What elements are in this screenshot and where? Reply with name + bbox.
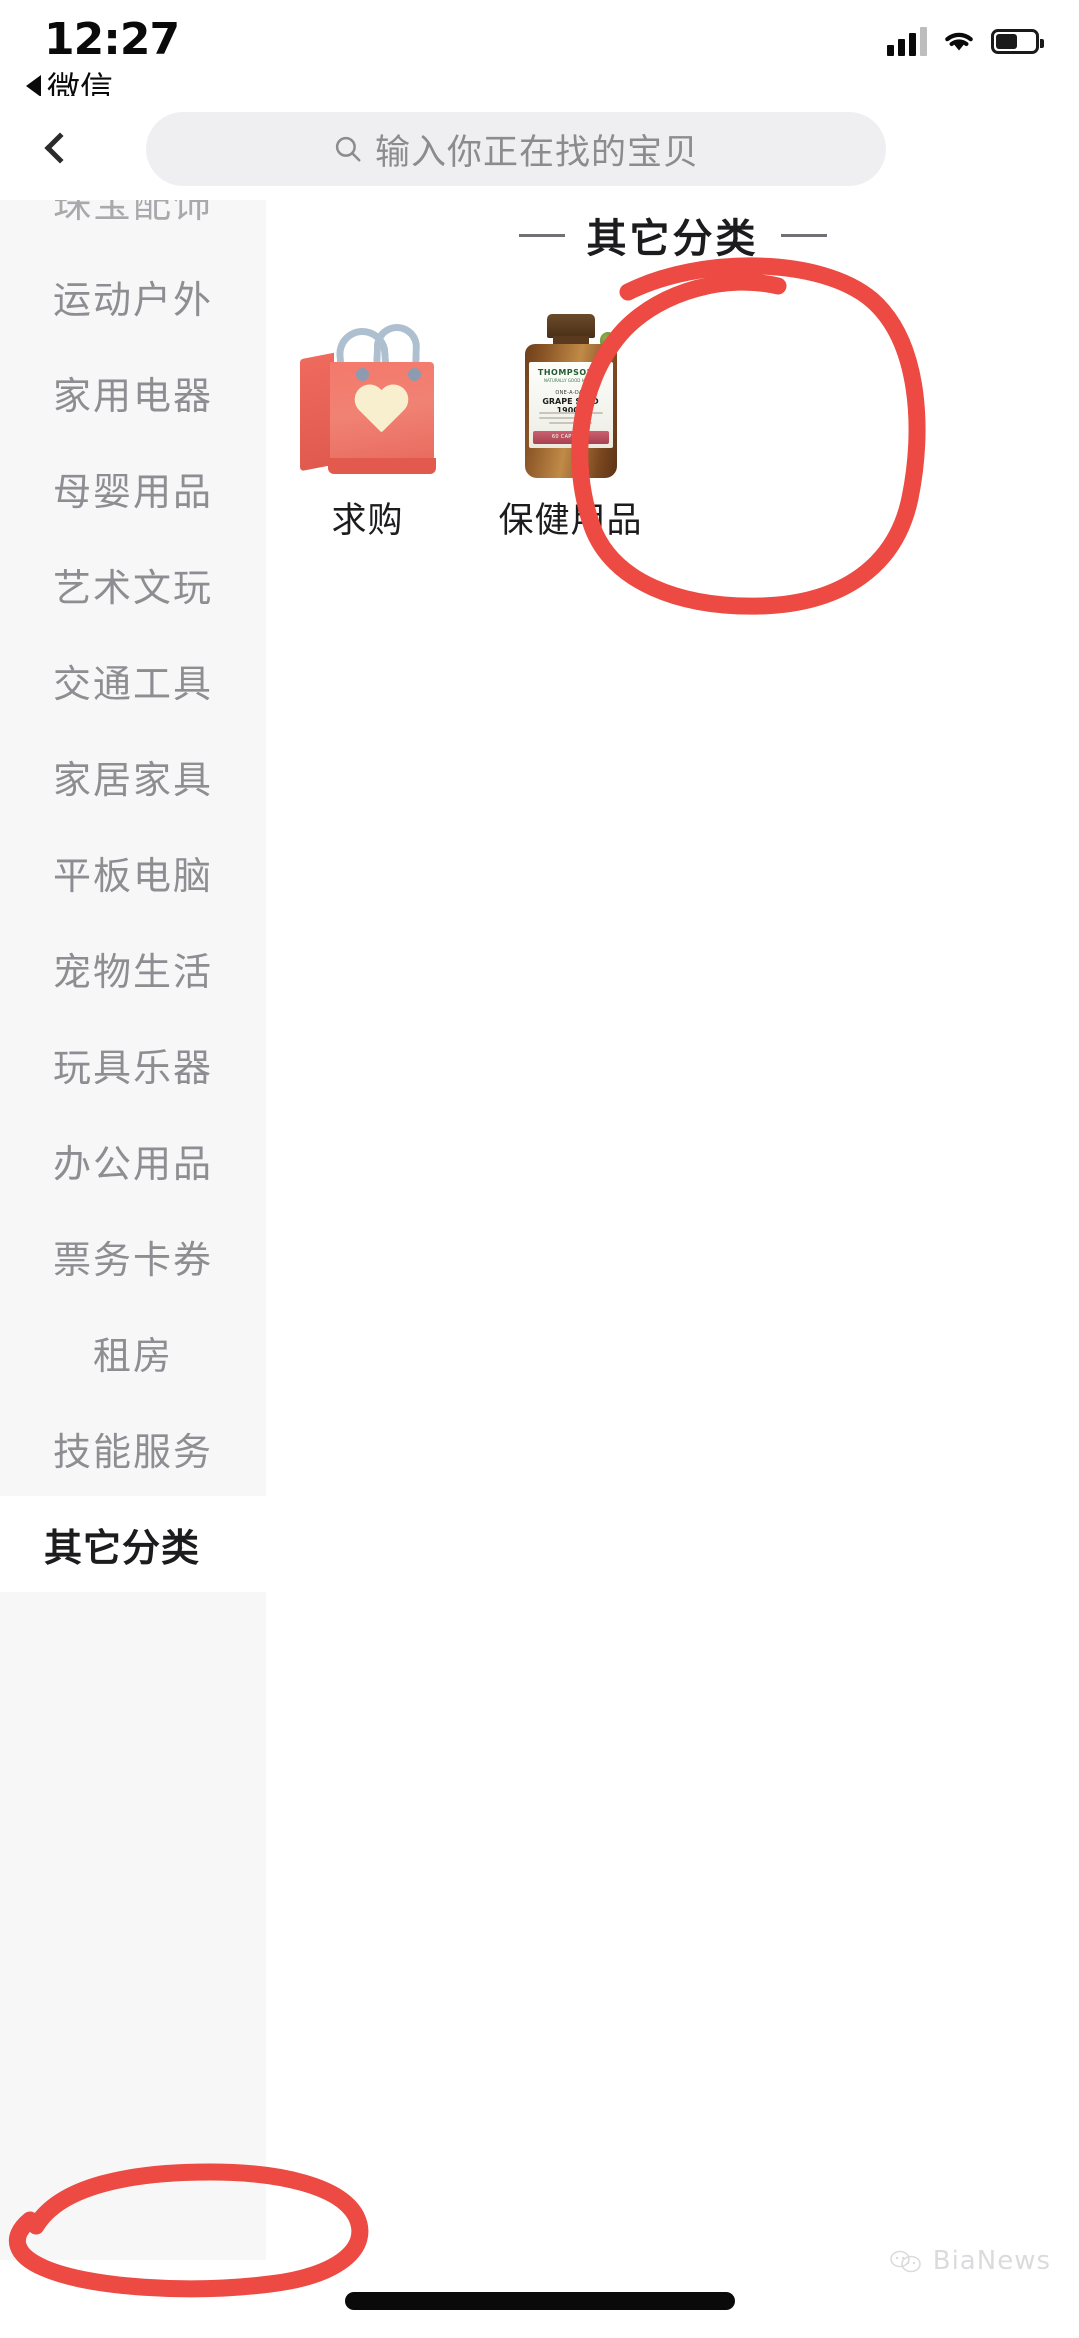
sidebar-item-label: 技能服务 [52, 1429, 213, 1474]
category-grid: 求购 THOMPSON'S NATURALLY GOOD HEALTH ONE-… [266, 292, 1079, 543]
sidebar-item-label: 宠物生活 [52, 949, 213, 994]
search-input[interactable]: 输入你正在找的宝贝 [146, 112, 886, 186]
chat-bubbles-icon [889, 2250, 921, 2273]
supplement-bottle-icon: THOMPSON'S NATURALLY GOOD HEALTH ONE-A-D… [491, 310, 651, 480]
status-icons [887, 26, 1044, 56]
sidebar-item-label: 办公用品 [52, 1141, 213, 1186]
grid-item-baojian-yongpin[interactable]: THOMPSON'S NATURALLY GOOD HEALTH ONE-A-D… [469, 292, 672, 543]
status-time: 12:27 [44, 14, 180, 65]
back-triangle-icon [26, 75, 41, 97]
sidebar-item-label: 运动户外 [52, 277, 213, 322]
section-header: 其它分类 [266, 206, 1079, 264]
sidebar-item-label: 平板电脑 [52, 853, 213, 898]
category-sidebar[interactable]: 珠宝配饰运动户外家用电器母婴用品艺术文玩交通工具家居家具平板电脑宠物生活玩具乐器… [0, 200, 266, 2260]
sidebar-item-2[interactable]: 家用电器 [0, 344, 266, 440]
status-bar: 12:27 微信 [0, 0, 1079, 108]
sidebar-item-label: 家居家具 [52, 757, 213, 802]
search-icon [335, 136, 361, 162]
rule-right-icon [780, 233, 827, 237]
sidebar-item-10[interactable]: 办公用品 [0, 1112, 266, 1208]
bottle-small-text: ONE-A-DAY [555, 390, 586, 396]
sidebar-item-14[interactable]: 其它分类 [0, 1496, 266, 1592]
main-content: 其它分类 求购 THOMPSON'S NATURALLY GOOD HEALTH… [266, 200, 1079, 2260]
section-title: 其它分类 [586, 216, 759, 262]
sidebar-item-3[interactable]: 母婴用品 [0, 440, 266, 536]
bottle-band-text: 60 CAPSULES [551, 434, 590, 440]
sidebar-item-label: 票务卡券 [52, 1237, 213, 1282]
signal-icon [887, 26, 927, 56]
grid-item-label: 保健用品 [498, 501, 643, 541]
nav-bar: 输入你正在找的宝贝 [0, 96, 1079, 200]
shopping-bag-with-heart-icon [288, 310, 448, 480]
sidebar-item-0[interactable]: 珠宝配饰 [0, 200, 266, 248]
sidebar-item-label: 交通工具 [52, 661, 213, 706]
sidebar-item-label: 珠宝配饰 [52, 200, 213, 226]
watermark: BiaNews [889, 2246, 1051, 2276]
grape-graphic-icon [599, 332, 616, 348]
grid-item-qiugou[interactable]: 求购 [266, 292, 469, 543]
page-body: 珠宝配饰运动户外家用电器母婴用品艺术文玩交通工具家居家具平板电脑宠物生活玩具乐器… [0, 200, 1079, 2338]
sidebar-item-label: 租房 [92, 1333, 173, 1378]
sidebar-item-label: 其它分类 [44, 1525, 201, 1570]
home-indicator [344, 2292, 735, 2310]
sidebar-item-4[interactable]: 艺术文玩 [0, 536, 266, 632]
rule-left-icon [518, 233, 565, 237]
sidebar-item-8[interactable]: 宠物生活 [0, 920, 266, 1016]
bottle-brand: THOMPSON'S [537, 368, 604, 377]
sidebar-item-13[interactable]: 技能服务 [0, 1400, 266, 1496]
bottle-brand-sub: NATURALLY GOOD HEALTH [544, 378, 597, 383]
sidebar-item-label: 玩具乐器 [52, 1045, 213, 1090]
watermark-text: BiaNews [932, 2246, 1051, 2276]
sidebar-item-9[interactable]: 玩具乐器 [0, 1016, 266, 1112]
sidebar-item-label: 母婴用品 [52, 469, 213, 514]
battery-icon [991, 28, 1044, 54]
search-placeholder: 输入你正在找的宝贝 [374, 132, 699, 173]
wifi-icon [945, 32, 973, 51]
grid-item-label: 求购 [331, 501, 404, 541]
sidebar-item-label: 艺术文玩 [52, 565, 213, 610]
sidebar-list: 珠宝配饰运动户外家用电器母婴用品艺术文玩交通工具家居家具平板电脑宠物生活玩具乐器… [0, 200, 266, 1592]
sidebar-item-1[interactable]: 运动户外 [0, 248, 266, 344]
sidebar-item-11[interactable]: 票务卡券 [0, 1208, 266, 1304]
sidebar-item-7[interactable]: 平板电脑 [0, 824, 266, 920]
sidebar-item-label: 家用电器 [52, 373, 213, 418]
chevron-left-icon [44, 132, 76, 164]
sidebar-item-6[interactable]: 家居家具 [0, 728, 266, 824]
sidebar-item-5[interactable]: 交通工具 [0, 632, 266, 728]
back-button[interactable] [26, 118, 86, 178]
sidebar-item-12[interactable]: 租房 [0, 1304, 266, 1400]
